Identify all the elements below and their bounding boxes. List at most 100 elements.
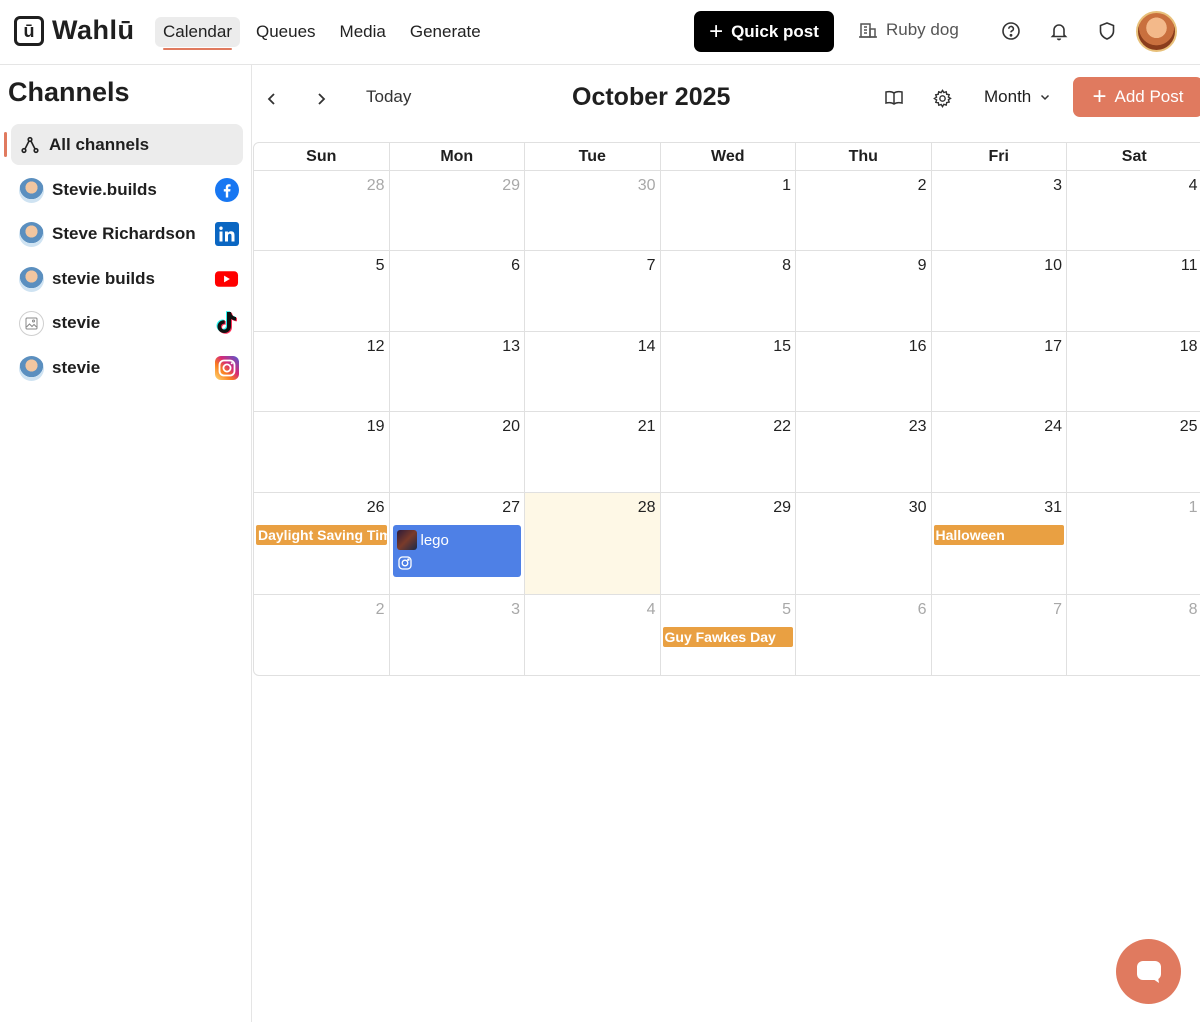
- day-cell[interactable]: 3: [932, 171, 1067, 250]
- today-button[interactable]: Today: [366, 87, 411, 107]
- day-number: 17: [1044, 338, 1062, 355]
- day-cell[interactable]: 1: [1067, 493, 1200, 594]
- holiday-event[interactable]: Guy Fawkes Day: [662, 627, 793, 647]
- day-cell[interactable]: 4: [525, 595, 661, 675]
- bell-icon[interactable]: [1048, 20, 1070, 42]
- day-cell[interactable]: 6: [390, 251, 525, 331]
- day-cell[interactable]: 11: [1067, 251, 1200, 331]
- day-number: 20: [502, 418, 520, 435]
- day-number: 6: [511, 257, 520, 274]
- day-cell[interactable]: 28: [254, 171, 390, 250]
- day-cell[interactable]: 9: [796, 251, 932, 331]
- day-cell[interactable]: 6: [796, 595, 932, 675]
- settings-gear-icon[interactable]: [930, 86, 954, 110]
- view-select[interactable]: Month: [984, 87, 1051, 107]
- day-number: 30: [908, 499, 927, 516]
- day-cell[interactable]: 12: [254, 332, 390, 411]
- workspace-switcher[interactable]: Ruby dog: [858, 20, 959, 40]
- instagram-icon: [397, 556, 412, 570]
- weekday-label: Sat: [1067, 143, 1200, 171]
- holiday-event[interactable]: Halloween: [933, 525, 1064, 545]
- day-cell[interactable]: 21: [525, 412, 661, 492]
- channel-stevie-builds-facebook[interactable]: Stevie.builds: [19, 175, 239, 205]
- sidebar-title: Channels: [8, 77, 130, 107]
- day-cell[interactable]: 5 Guy Fawkes Day: [661, 595, 796, 675]
- scheduled-post[interactable]: lego: [392, 525, 521, 577]
- day-cell[interactable]: 8: [661, 251, 796, 331]
- day-cell[interactable]: 29: [390, 171, 525, 250]
- help-icon[interactable]: [1000, 20, 1022, 42]
- logo-text: Wahlū: [52, 15, 135, 45]
- workspace-name: Ruby dog: [886, 20, 959, 39]
- day-number: 19: [366, 418, 385, 435]
- day-cell[interactable]: 30: [525, 171, 661, 250]
- day-cell[interactable]: 10: [932, 251, 1067, 331]
- nav-generate[interactable]: Generate: [402, 17, 489, 47]
- channels-sidebar: Channels All channels Stevie.builds Stev…: [0, 65, 252, 1022]
- day-cell[interactable]: 15: [661, 332, 796, 411]
- day-cell[interactable]: 22: [661, 412, 796, 492]
- logo[interactable]: ū Wahlū: [14, 15, 135, 46]
- day-cell[interactable]: 2: [254, 595, 390, 675]
- day-number: 8: [1188, 601, 1198, 618]
- weekday-label: Sun: [254, 143, 390, 171]
- quick-post-button[interactable]: + Quick post: [694, 11, 834, 52]
- day-cell-today[interactable]: 28: [525, 493, 661, 594]
- week-row: 2 3 4 5 Guy Fawkes Day 6 7 8: [254, 595, 1200, 675]
- day-cell[interactable]: 29: [661, 493, 796, 594]
- day-cell[interactable]: 24: [932, 412, 1067, 492]
- day-cell[interactable]: 3: [390, 595, 525, 675]
- next-month-icon[interactable]: [309, 87, 333, 111]
- nav-media[interactable]: Media: [332, 17, 394, 47]
- user-avatar[interactable]: [1136, 11, 1177, 52]
- channel-name: Stevie.builds: [52, 180, 157, 199]
- day-cell[interactable]: 18: [1067, 332, 1200, 411]
- day-number: 29: [773, 499, 791, 516]
- day-cell[interactable]: 17: [932, 332, 1067, 411]
- day-cell[interactable]: 20: [390, 412, 525, 492]
- nav-queues[interactable]: Queues: [248, 17, 324, 47]
- day-number: 30: [637, 177, 656, 194]
- day-number: 16: [908, 338, 927, 355]
- day-cell[interactable]: 26 Daylight Saving Time ends: [254, 493, 390, 594]
- active-indicator: [4, 132, 7, 157]
- day-cell[interactable]: 19: [254, 412, 390, 492]
- day-cell[interactable]: 4: [1067, 171, 1200, 250]
- channel-all[interactable]: All channels: [11, 124, 243, 165]
- day-cell[interactable]: 5: [254, 251, 390, 331]
- day-number: 7: [646, 257, 656, 274]
- channel-name: stevie: [52, 358, 101, 377]
- day-cell[interactable]: 8: [1067, 595, 1200, 675]
- day-cell[interactable]: 16: [796, 332, 932, 411]
- day-number: 4: [646, 601, 656, 618]
- day-cell[interactable]: 2: [796, 171, 932, 250]
- day-cell[interactable]: 30: [796, 493, 932, 594]
- nav-calendar[interactable]: Calendar: [155, 17, 240, 50]
- day-cell[interactable]: 13: [390, 332, 525, 411]
- day-cell[interactable]: 14: [525, 332, 661, 411]
- prev-month-icon[interactable]: [260, 87, 284, 111]
- day-cell[interactable]: 31 Halloween: [932, 493, 1067, 594]
- channel-stevie-instagram[interactable]: stevie: [19, 353, 239, 383]
- plus-icon: +: [709, 17, 724, 45]
- shield-icon[interactable]: [1096, 20, 1118, 42]
- channel-name: stevie builds: [52, 269, 155, 288]
- day-cell[interactable]: 1: [661, 171, 796, 250]
- holiday-event[interactable]: Daylight Saving Time ends: [256, 525, 387, 545]
- post-title: lego: [420, 532, 449, 549]
- day-cell[interactable]: 7: [525, 251, 661, 331]
- day-number: 27: [502, 499, 520, 516]
- day-cell[interactable]: 23: [796, 412, 932, 492]
- facebook-icon: [214, 178, 239, 203]
- book-icon[interactable]: [882, 86, 906, 110]
- channel-stevie-tiktok[interactable]: stevie: [19, 308, 239, 338]
- add-post-button[interactable]: + Add Post: [1073, 77, 1200, 117]
- channel-stevie-builds-youtube[interactable]: stevie builds: [19, 264, 239, 294]
- day-cell[interactable]: 25: [1067, 412, 1200, 492]
- channel-steve-richardson-linkedin[interactable]: Steve Richardson: [19, 219, 239, 249]
- day-number: 25: [1179, 418, 1198, 435]
- day-cell[interactable]: 27 lego: [390, 493, 525, 594]
- day-number: 7: [1053, 601, 1062, 618]
- day-cell[interactable]: 7: [932, 595, 1067, 675]
- chat-button[interactable]: [1116, 939, 1181, 1004]
